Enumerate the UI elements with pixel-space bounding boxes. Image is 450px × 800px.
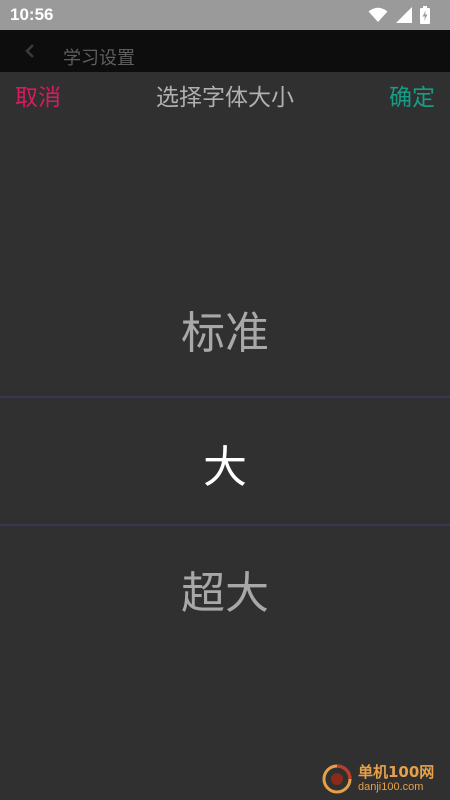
watermark-url: danji100.com (358, 781, 424, 793)
back-arrow-icon[interactable] (22, 42, 40, 60)
dialog-title: 选择字体大小 (156, 85, 294, 111)
picker-option-extra-large[interactable]: 超大 (0, 564, 450, 624)
battery-charging-icon (420, 6, 430, 24)
page-title: 学习设置 (63, 48, 135, 69)
watermark-logo-icon (322, 764, 352, 794)
dialog-header: 取消 选择字体大小 确定 (0, 72, 450, 124)
wifi-icon (368, 7, 388, 23)
confirm-button[interactable]: 确定 (389, 84, 435, 112)
font-size-picker[interactable]: 标准 大 超大 (0, 124, 450, 800)
status-bar: 10:56 (0, 0, 450, 30)
watermark-text: 单机100网 danji100.com (358, 764, 434, 794)
status-icons (368, 6, 430, 24)
watermark-site-name: 单机100网 (358, 763, 435, 781)
app-bar: 学习设置 (0, 30, 450, 72)
picker-option-large[interactable]: 大 (0, 438, 450, 498)
status-time: 10:56 (10, 5, 54, 24)
watermark: 单机100网 danji100.com (322, 762, 446, 796)
picker-divider-top (0, 396, 450, 398)
signal-icon (396, 7, 412, 23)
font-size-dialog: 取消 选择字体大小 确定 标准 大 超大 (0, 72, 450, 800)
picker-divider-bottom (0, 524, 450, 526)
cancel-button[interactable]: 取消 (15, 84, 61, 112)
picker-option-standard[interactable]: 标准 (0, 304, 450, 364)
